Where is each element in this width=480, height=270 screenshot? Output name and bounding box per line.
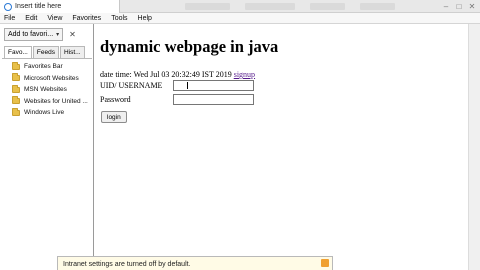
vertical-scrollbar[interactable] bbox=[468, 24, 480, 270]
folder-icon bbox=[12, 96, 20, 105]
chevron-down-icon[interactable]: ▾ bbox=[56, 31, 59, 38]
folder-icon bbox=[12, 84, 20, 93]
favorites-tabs: Favo... Feeds Hist... bbox=[4, 46, 86, 58]
uid-input[interactable] bbox=[173, 80, 254, 91]
minimize-icon[interactable]: – bbox=[440, 1, 452, 11]
menu-file[interactable]: File bbox=[4, 15, 15, 22]
date-time-text: date time: Wed Jul 03 20:32:49 IST 2019 bbox=[100, 70, 232, 79]
folder-icon bbox=[12, 73, 20, 82]
uid-label: UID/ USERNAME bbox=[100, 81, 163, 90]
page-content: dynamic webpage in java date time: Wed J… bbox=[95, 24, 468, 270]
password-label: Password bbox=[100, 95, 131, 104]
password-input[interactable] bbox=[173, 94, 254, 105]
signup-link[interactable]: signup bbox=[234, 70, 255, 79]
favorites-item[interactable]: Microsoft Websites bbox=[2, 73, 92, 85]
favorites-list: Favorites Bar Microsoft Websites MSN Web… bbox=[2, 58, 92, 119]
login-button[interactable]: login bbox=[101, 111, 127, 123]
close-pane-icon[interactable]: ✕ bbox=[69, 30, 76, 39]
tab-feeds[interactable]: Feeds bbox=[32, 46, 59, 58]
add-to-favorites-button[interactable]: Add to favori... ▾ bbox=[4, 28, 64, 41]
folder-icon bbox=[12, 107, 20, 116]
maximize-icon[interactable]: □ bbox=[453, 1, 465, 11]
uid-row: UID/ USERNAME bbox=[100, 80, 254, 91]
tab-title: Insert title here bbox=[15, 3, 62, 10]
add-favorites-row: Add to favori... ▾ ✕ bbox=[4, 28, 76, 41]
favorites-item[interactable]: Windows Live bbox=[2, 107, 92, 119]
tab-favorites[interactable]: Favo... bbox=[4, 46, 32, 58]
notification-close-icon[interactable] bbox=[321, 259, 329, 267]
favorites-item-label: Microsoft Websites bbox=[24, 74, 79, 82]
menu-help[interactable]: Help bbox=[138, 15, 152, 22]
blurred-tab[interactable] bbox=[360, 3, 395, 10]
menu-bar: File Edit View Favorites Tools Help bbox=[0, 13, 480, 24]
menu-view[interactable]: View bbox=[47, 15, 62, 22]
password-row: Password bbox=[100, 94, 254, 105]
notification-text: Intranet settings are turned off by defa… bbox=[63, 260, 191, 268]
favorites-item[interactable]: Websites for United ... bbox=[2, 96, 92, 108]
menu-favorites[interactable]: Favorites bbox=[72, 15, 101, 22]
favorites-item-label: MSN Websites bbox=[24, 86, 67, 94]
internet-explorer-icon bbox=[4, 2, 12, 11]
folder-icon bbox=[12, 61, 20, 70]
favorites-item-label: Websites for United ... bbox=[24, 97, 88, 105]
menu-tools[interactable]: Tools bbox=[111, 15, 127, 22]
date-time-line: date time: Wed Jul 03 20:32:49 IST 2019 … bbox=[100, 70, 255, 79]
favorites-pane: Add to favori... ▾ ✕ Favo... Feeds Hist.… bbox=[0, 24, 94, 270]
close-icon[interactable]: ✕ bbox=[466, 1, 478, 11]
favorites-item-label: Favorites Bar bbox=[24, 63, 63, 71]
blurred-tab[interactable] bbox=[245, 3, 295, 10]
text-cursor bbox=[187, 82, 188, 89]
add-to-favorites-label: Add to favori... bbox=[8, 31, 54, 38]
favorites-item-label: Windows Live bbox=[24, 109, 65, 117]
page-title: dynamic webpage in java bbox=[100, 37, 279, 56]
notification-bar: Intranet settings are turned off by defa… bbox=[57, 256, 333, 270]
favorites-item[interactable]: Favorites Bar bbox=[2, 61, 92, 73]
favorites-item[interactable]: MSN Websites bbox=[2, 84, 92, 96]
browser-tab-active[interactable]: Insert title here bbox=[0, 0, 120, 13]
menu-edit[interactable]: Edit bbox=[25, 15, 37, 22]
blurred-tab[interactable] bbox=[185, 3, 230, 10]
title-bar: Insert title here – □ ✕ bbox=[0, 0, 480, 13]
blurred-tab[interactable] bbox=[310, 3, 345, 10]
tab-history[interactable]: Hist... bbox=[59, 46, 85, 58]
